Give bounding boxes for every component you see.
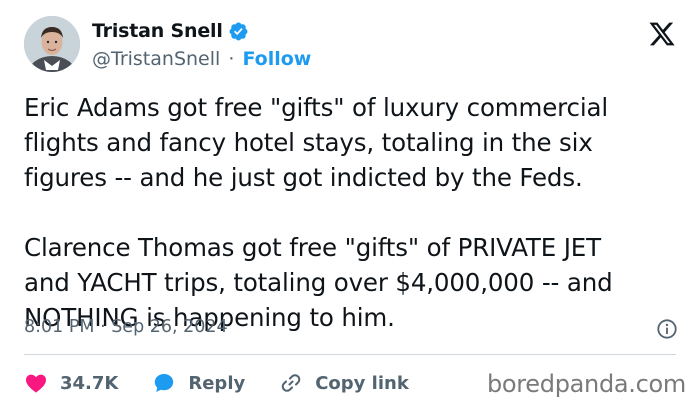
link-icon	[281, 374, 301, 392]
handle[interactable]: @TristanSnell	[92, 48, 220, 70]
like-count: 34.7K	[60, 372, 119, 394]
tweet-header: Tristan Snell @TristanSnell · Follow	[24, 16, 676, 80]
copy-link-label: Copy link	[315, 372, 409, 394]
watermark: boredpanda.com	[486, 370, 686, 398]
heart-icon	[26, 374, 46, 393]
reply-button[interactable]: Reply	[152, 371, 245, 395]
divider	[24, 354, 676, 355]
display-name[interactable]: Tristan Snell	[92, 20, 223, 42]
avatar-image	[24, 16, 80, 72]
tweet-timestamp[interactable]: 8:01 PM · Sep 26, 2024	[24, 317, 228, 337]
like-button[interactable]: 34.7K	[24, 371, 118, 395]
reply-bubble-icon	[155, 374, 174, 392]
handle-row: @TristanSnell · Follow	[92, 48, 311, 70]
separator: ·	[228, 48, 235, 70]
copy-link-button[interactable]: Copy link	[279, 371, 409, 395]
x-logo-icon[interactable]	[648, 20, 676, 48]
tweet-actions: 34.7K Reply Copy link	[24, 366, 443, 400]
verified-badge-icon	[229, 22, 248, 40]
name-row: Tristan Snell	[92, 20, 249, 42]
follow-button[interactable]: Follow	[242, 48, 311, 70]
reply-label: Reply	[188, 372, 246, 394]
tweet-text: Eric Adams got free "gifts" of luxury co…	[24, 93, 613, 332]
avatar[interactable]	[24, 16, 80, 72]
info-icon[interactable]	[656, 318, 678, 340]
